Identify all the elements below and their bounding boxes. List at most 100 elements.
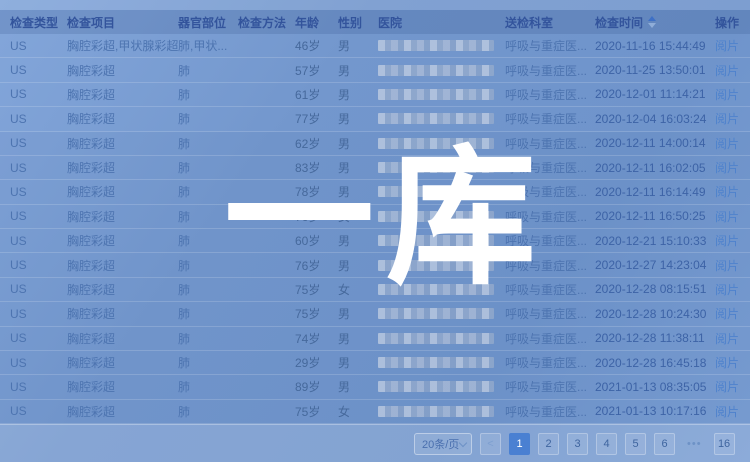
page-button-5[interactable]: 5 xyxy=(625,433,646,455)
prev-page-button[interactable]: < xyxy=(480,433,501,455)
page-size-value: 20条/页 xyxy=(422,436,459,452)
sort-icon[interactable] xyxy=(648,16,656,28)
column-header-organ[interactable]: 器官部位 xyxy=(178,14,238,31)
cell-exam-time: 2020-11-25 13:50:01 xyxy=(595,63,715,77)
cell-dept: 呼吸与重症医... xyxy=(505,232,595,249)
cell-dept: 呼吸与重症医... xyxy=(505,183,595,200)
column-header-exam-item[interactable]: 检查项目 xyxy=(67,14,178,31)
column-header-age[interactable]: 年龄 xyxy=(295,14,338,31)
cell-gender: 男 xyxy=(338,330,378,347)
cell-exam-time: 2020-12-04 16:03:24 xyxy=(595,112,715,126)
cell-age: 77岁 xyxy=(295,110,338,127)
table-row: US胸腔彩超肺75岁女呼吸与重症医...2020-12-28 08:15:51阅… xyxy=(0,278,750,302)
cell-exam-item: 胸腔彩超 xyxy=(67,305,178,322)
table-row: US胸腔彩超肺61岁男呼吸与重症医...2020-12-01 11:14:21阅… xyxy=(0,83,750,107)
cell-action: 阅片 xyxy=(715,37,750,54)
page-button-3[interactable]: 3 xyxy=(567,433,588,455)
cell-exam-time: 2020-12-11 16:14:49 xyxy=(595,185,715,199)
cell-exam-item: 胸腔彩超,甲状腺彩超 xyxy=(67,37,178,54)
column-header-exam-type[interactable]: 检查类型 xyxy=(10,14,67,31)
column-header-hospital[interactable]: 医院 xyxy=(378,14,505,31)
view-image-link[interactable]: 阅片 xyxy=(715,137,739,151)
cell-hospital xyxy=(378,138,505,149)
view-image-link[interactable]: 阅片 xyxy=(715,39,739,53)
redacted-hospital-block xyxy=(378,138,494,149)
column-header-exam-time[interactable]: 检查时间 xyxy=(595,14,715,31)
cell-age: 62岁 xyxy=(295,135,338,152)
view-image-link[interactable]: 阅片 xyxy=(715,356,739,370)
page-button-2[interactable]: 2 xyxy=(538,433,559,455)
cell-gender: 男 xyxy=(338,305,378,322)
cell-exam-item: 胸腔彩超 xyxy=(67,135,178,152)
column-header-dept[interactable]: 送检科室 xyxy=(505,14,595,31)
cell-exam-type: US xyxy=(10,136,67,150)
column-header-method[interactable]: 检查方法 xyxy=(238,14,295,31)
cell-hospital xyxy=(378,211,505,222)
view-image-link[interactable]: 阅片 xyxy=(715,259,739,273)
cell-exam-time: 2020-12-11 14:00:14 xyxy=(595,136,715,150)
view-image-link[interactable]: 阅片 xyxy=(715,307,739,321)
cell-exam-item: 胸腔彩超 xyxy=(67,232,178,249)
view-image-link[interactable]: 阅片 xyxy=(715,185,739,199)
cell-exam-type: US xyxy=(10,39,67,53)
page-size-select[interactable]: 20条/页 xyxy=(414,433,472,455)
cell-gender: 男 xyxy=(338,159,378,176)
cell-organ: 肺 xyxy=(178,110,238,127)
cell-organ: 肺 xyxy=(178,257,238,274)
view-image-link[interactable]: 阅片 xyxy=(715,332,739,346)
table-row: US胸腔彩超肺83岁男呼吸与重症医...2020-12-11 16:02:05阅… xyxy=(0,156,750,180)
table-row: US胸腔彩超肺75岁男呼吸与重症医...2020-12-28 10:24:30阅… xyxy=(0,302,750,326)
cell-dept: 呼吸与重症医... xyxy=(505,330,595,347)
cell-age: 74岁 xyxy=(295,330,338,347)
cell-hospital xyxy=(378,333,505,344)
view-image-link[interactable]: 阅片 xyxy=(715,64,739,78)
view-image-link[interactable]: 阅片 xyxy=(715,405,739,419)
table-row: US胸腔彩超肺29岁男呼吸与重症医...2020-12-28 16:45:18阅… xyxy=(0,351,750,375)
view-image-link[interactable]: 阅片 xyxy=(715,283,739,297)
cell-hospital xyxy=(378,260,505,271)
cell-hospital xyxy=(378,65,505,76)
cell-dept: 呼吸与重症医... xyxy=(505,208,595,225)
cell-exam-item: 胸腔彩超 xyxy=(67,378,178,395)
cell-gender: 男 xyxy=(338,183,378,200)
view-image-link[interactable]: 阅片 xyxy=(715,380,739,394)
page-button-6[interactable]: 6 xyxy=(654,433,675,455)
cell-dept: 呼吸与重症医... xyxy=(505,378,595,395)
table-row: US胸腔彩超肺57岁男呼吸与重症医...2020-11-25 13:50:01阅… xyxy=(0,58,750,82)
table-row: US胸腔彩超肺76岁女呼吸与重症医...2020-12-11 16:50:25阅… xyxy=(0,205,750,229)
cell-age: 46岁 xyxy=(295,37,338,54)
cell-dept: 呼吸与重症医... xyxy=(505,135,595,152)
cell-organ: 肺 xyxy=(178,86,238,103)
redacted-hospital-block xyxy=(378,65,494,76)
cell-organ: 肺,甲状... xyxy=(178,37,238,54)
cell-hospital xyxy=(378,89,505,100)
cell-hospital xyxy=(378,284,505,295)
cell-gender: 女 xyxy=(338,281,378,298)
cell-exam-time: 2020-12-11 16:50:25 xyxy=(595,209,715,223)
cell-exam-item: 胸腔彩超 xyxy=(67,86,178,103)
view-image-link[interactable]: 阅片 xyxy=(715,112,739,126)
view-image-link[interactable]: 阅片 xyxy=(715,210,739,224)
cell-organ: 肺 xyxy=(178,159,238,176)
table-header-row: 检查类型 检查项目 器官部位 检查方法 年龄 性别 医院 送检科室 检查时间 操… xyxy=(0,10,750,34)
page-ellipsis[interactable]: ••• xyxy=(683,433,706,455)
cell-organ: 肺 xyxy=(178,330,238,347)
cell-exam-item: 胸腔彩超 xyxy=(67,110,178,127)
cell-age: 29岁 xyxy=(295,354,338,371)
cell-hospital xyxy=(378,40,505,51)
redacted-hospital-block xyxy=(378,186,494,197)
page-button-1[interactable]: 1 xyxy=(509,433,530,455)
view-image-link[interactable]: 阅片 xyxy=(715,161,739,175)
cell-action: 阅片 xyxy=(715,403,750,420)
column-header-gender[interactable]: 性别 xyxy=(338,14,378,31)
view-image-link[interactable]: 阅片 xyxy=(715,88,739,102)
redacted-hospital-block xyxy=(378,284,494,295)
page-button-4[interactable]: 4 xyxy=(596,433,617,455)
page-button-16[interactable]: 16 xyxy=(714,433,735,455)
cell-dept: 呼吸与重症医... xyxy=(505,403,595,420)
view-image-link[interactable]: 阅片 xyxy=(715,234,739,248)
redacted-hospital-block xyxy=(378,40,494,51)
cell-age: 75岁 xyxy=(295,403,338,420)
cell-exam-time: 2020-12-28 10:24:30 xyxy=(595,307,715,321)
cell-gender: 男 xyxy=(338,232,378,249)
